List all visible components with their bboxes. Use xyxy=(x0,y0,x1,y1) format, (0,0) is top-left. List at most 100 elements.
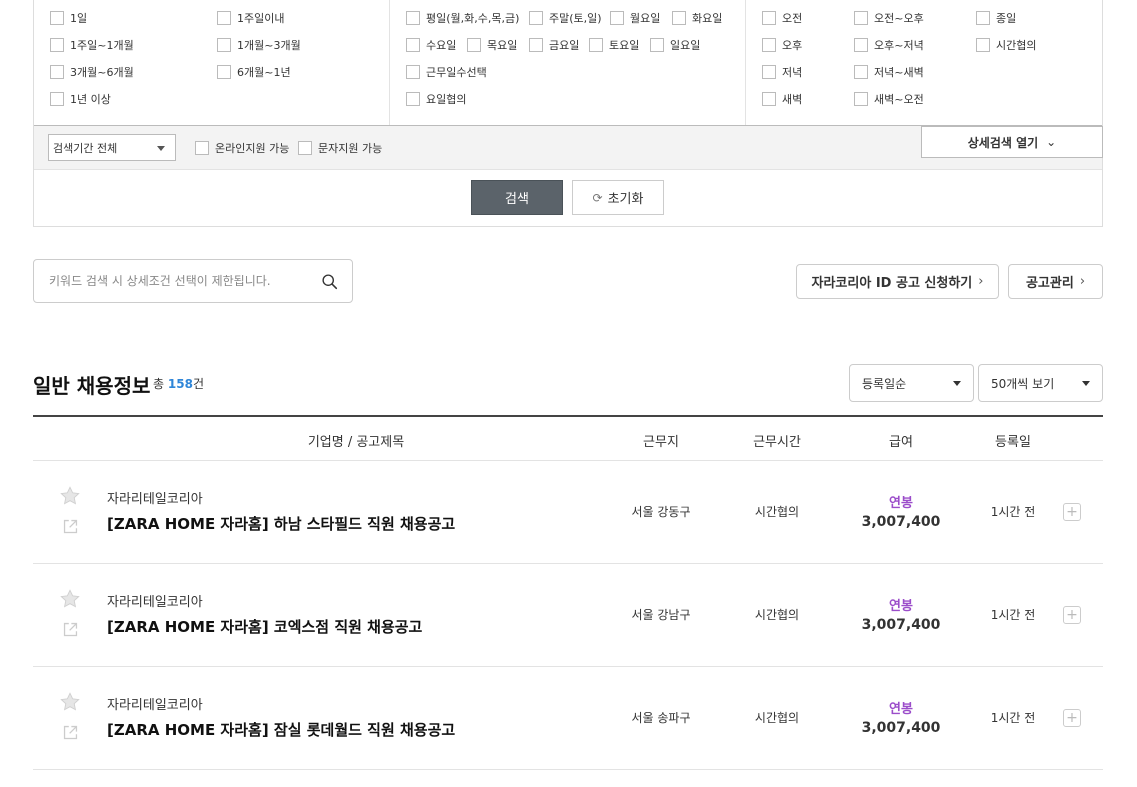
work-location: 서울 강남구 xyxy=(631,608,691,622)
checkbox-label: 월요일 xyxy=(630,12,661,25)
table-row[interactable]: 자라리테일코리아 [ZARA HOME 자라홈] 코엑스점 직원 채용공고 서울… xyxy=(33,564,1103,667)
period-checkbox[interactable]: 6개월~1년 xyxy=(217,64,291,80)
checkbox-box[interactable] xyxy=(529,11,543,25)
plus-icon[interactable]: + xyxy=(1063,606,1081,624)
checkbox-box[interactable] xyxy=(854,92,868,106)
sort-order-value: 등록일순 xyxy=(862,376,907,391)
checkbox-box[interactable] xyxy=(217,11,231,25)
day-checkbox[interactable]: 화요일 xyxy=(672,10,722,26)
company-name[interactable]: 자라리테일코리아 xyxy=(107,488,203,507)
checkbox-box[interactable] xyxy=(610,11,624,25)
checkbox-label: 문자지원 가능 xyxy=(318,142,383,155)
star-icon[interactable] xyxy=(59,691,81,713)
search-period-select[interactable]: 검색기간 전체 xyxy=(48,134,176,161)
checkbox-label: 온라인지원 가능 xyxy=(215,142,290,155)
checkbox-box[interactable] xyxy=(589,38,603,52)
day-checkbox[interactable]: 근무일수선택 xyxy=(406,64,487,80)
period-checkbox[interactable]: 1주일~1개월 xyxy=(50,37,134,53)
time-checkbox[interactable]: 저녁~새벽 xyxy=(854,64,924,80)
day-checkbox[interactable]: 요일협의 xyxy=(406,91,466,107)
table-row[interactable]: 자라리테일코리아 [ZARA HOME 자라홈] 하남 스타필드 직원 채용공고… xyxy=(33,461,1103,564)
checkbox-label: 오후 xyxy=(782,39,803,52)
page-size-select[interactable]: 50개씩 보기 xyxy=(978,364,1103,402)
checkbox-box[interactable] xyxy=(854,11,868,25)
table-header: 기업명 / 공고제목 근무지 근무시간 급여 등록일 xyxy=(33,415,1103,461)
count-number: 158 xyxy=(167,377,193,391)
checkbox-box[interactable] xyxy=(406,38,420,52)
period-checkbox[interactable]: 3개월~6개월 xyxy=(50,64,134,80)
checkbox-box[interactable] xyxy=(406,11,420,25)
period-checkbox[interactable]: 1주일이내 xyxy=(217,10,284,26)
checkbox-box[interactable] xyxy=(195,141,209,155)
period-checkbox[interactable]: 1일 xyxy=(50,10,87,26)
time-checkbox[interactable]: 오전 xyxy=(762,10,802,26)
checkbox-box[interactable] xyxy=(50,92,64,106)
checkbox-box[interactable] xyxy=(672,11,686,25)
checkbox-box[interactable] xyxy=(406,65,420,79)
posting-title[interactable]: [ZARA HOME 자라홈] 잠실 롯데월드 직원 채용공고 xyxy=(107,719,455,740)
time-checkbox[interactable]: 새벽 xyxy=(762,91,802,107)
plus-icon[interactable]: + xyxy=(1063,503,1081,521)
reset-button[interactable]: ⟳ 초기화 xyxy=(572,180,664,215)
checkbox-box[interactable] xyxy=(976,38,990,52)
checkbox-label: 1년 이상 xyxy=(70,93,111,106)
time-checkbox[interactable]: 오전~오후 xyxy=(854,10,924,26)
apply-id-posting-button[interactable]: 자라코리아 ID 공고 신청하기 › xyxy=(796,264,999,299)
time-checkbox[interactable]: 종일 xyxy=(976,10,1016,26)
work-hours: 시간협의 xyxy=(754,608,800,622)
checkbox-box[interactable] xyxy=(650,38,664,52)
company-name[interactable]: 자라리테일코리아 xyxy=(107,591,203,610)
checkbox-box[interactable] xyxy=(217,38,231,52)
plus-icon[interactable]: + xyxy=(1063,709,1081,727)
checkbox-box[interactable] xyxy=(762,92,776,106)
checkbox-label: 오전~오후 xyxy=(874,12,924,25)
company-name[interactable]: 자라리테일코리아 xyxy=(107,694,203,713)
checkbox-box[interactable] xyxy=(976,11,990,25)
day-checkbox[interactable]: 금요일 xyxy=(529,37,579,53)
search-button[interactable]: 검색 xyxy=(471,180,563,215)
online-apply-checkbox[interactable]: 온라인지원 가능 xyxy=(195,140,289,156)
external-link-icon[interactable] xyxy=(62,724,79,741)
checkbox-box[interactable] xyxy=(762,38,776,52)
day-checkbox[interactable]: 목요일 xyxy=(467,37,517,53)
checkbox-box[interactable] xyxy=(854,38,868,52)
table-row[interactable]: 자라리테일코리아 [ZARA HOME 자라홈] 잠실 롯데월드 직원 채용공고… xyxy=(33,667,1103,770)
checkbox-box[interactable] xyxy=(50,65,64,79)
time-checkbox[interactable]: 오후~저녁 xyxy=(854,37,924,53)
checkbox-box[interactable] xyxy=(467,38,481,52)
time-checkbox[interactable]: 저녁 xyxy=(762,64,802,80)
manage-postings-button[interactable]: 공고관리 › xyxy=(1008,264,1103,299)
star-icon[interactable] xyxy=(59,588,81,610)
day-checkbox[interactable]: 월요일 xyxy=(610,10,660,26)
keyword-search-input[interactable] xyxy=(49,274,309,288)
sort-order-select[interactable]: 등록일순 xyxy=(849,364,974,402)
detail-search-toggle-button[interactable]: 상세검색 열기 ⌄ xyxy=(921,126,1103,158)
day-checkbox[interactable]: 수요일 xyxy=(406,37,456,53)
star-icon[interactable] xyxy=(59,485,81,507)
time-checkbox[interactable]: 오후 xyxy=(762,37,802,53)
time-checkbox[interactable]: 새벽~오전 xyxy=(854,91,924,107)
external-link-icon[interactable] xyxy=(62,621,79,638)
sms-apply-checkbox[interactable]: 문자지원 가능 xyxy=(298,140,382,156)
day-checkbox[interactable]: 토요일 xyxy=(589,37,639,53)
external-link-icon[interactable] xyxy=(62,518,79,535)
period-checkbox[interactable]: 1년 이상 xyxy=(50,91,111,107)
posting-title[interactable]: [ZARA HOME 자라홈] 코엑스점 직원 채용공고 xyxy=(107,616,422,637)
checkbox-box[interactable] xyxy=(298,141,312,155)
search-icon[interactable] xyxy=(321,273,338,290)
day-checkbox[interactable]: 평일(월,화,수,목,금) xyxy=(406,10,519,26)
checkbox-box[interactable] xyxy=(217,65,231,79)
posting-title[interactable]: [ZARA HOME 자라홈] 하남 스타필드 직원 채용공고 xyxy=(107,513,455,534)
checkbox-box[interactable] xyxy=(762,65,776,79)
time-checkbox[interactable]: 시간협의 xyxy=(976,37,1036,53)
checkbox-box[interactable] xyxy=(50,38,64,52)
period-checkbox[interactable]: 1개월~3개월 xyxy=(217,37,301,53)
checkbox-box[interactable] xyxy=(854,65,868,79)
day-checkbox[interactable]: 주말(토,일) xyxy=(529,10,602,26)
checkbox-label: 화요일 xyxy=(692,12,723,25)
checkbox-box[interactable] xyxy=(529,38,543,52)
day-checkbox[interactable]: 일요일 xyxy=(650,37,700,53)
checkbox-box[interactable] xyxy=(406,92,420,106)
checkbox-box[interactable] xyxy=(50,11,64,25)
checkbox-box[interactable] xyxy=(762,11,776,25)
